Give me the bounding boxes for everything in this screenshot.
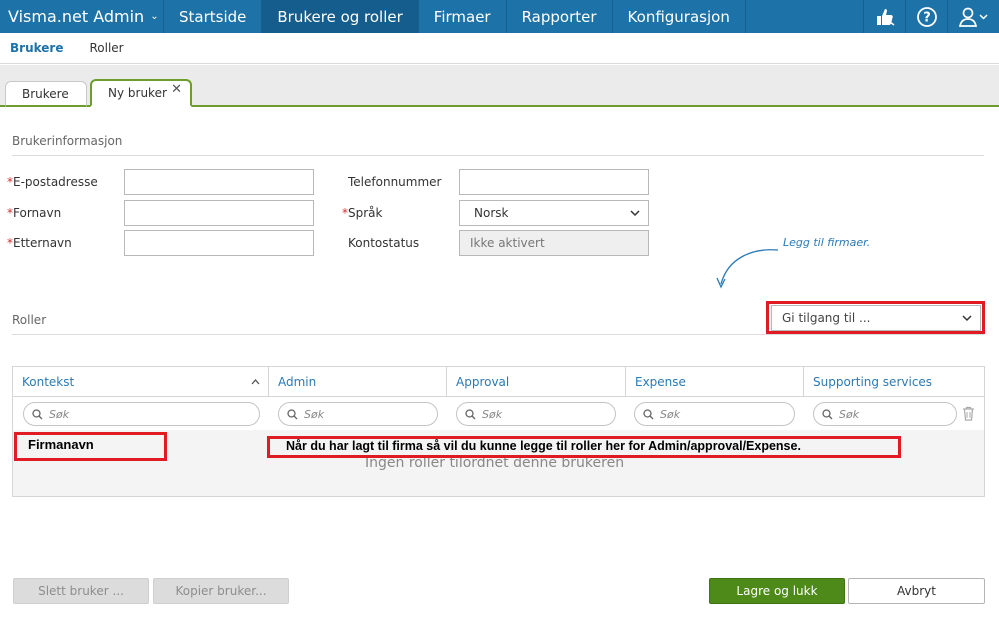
annotation-company-name: Firmanavn — [28, 437, 94, 452]
phone-field[interactable] — [459, 169, 649, 195]
nav-brukere-og-roller[interactable]: Brukere og roller — [262, 0, 419, 33]
search-input[interactable]: Søk — [456, 402, 616, 426]
section-title-brukerinformasjon: Brukerinformasjon — [12, 134, 123, 148]
column-header-admin[interactable]: Admin — [269, 367, 447, 397]
sort-ascending-icon — [251, 379, 260, 385]
close-icon[interactable]: ✕ — [171, 82, 182, 97]
phone-label: Telefonnummer — [348, 175, 442, 189]
copy-user-button[interactable]: Kopier bruker... — [153, 578, 289, 604]
chevron-down-icon — [630, 210, 640, 217]
column-header-expense[interactable]: Expense — [626, 367, 804, 397]
svg-text:?: ? — [923, 10, 931, 25]
search-icon — [465, 408, 476, 419]
search-icon — [643, 408, 654, 419]
email-field[interactable] — [124, 169, 314, 195]
lastname-field[interactable] — [124, 230, 314, 256]
firstname-field[interactable] — [124, 200, 314, 226]
cancel-button[interactable]: Avbryt — [848, 578, 985, 604]
delete-user-button[interactable]: Slett bruker ... — [13, 578, 149, 604]
app-title: Visma.net Admin — [8, 7, 145, 26]
language-value: Norsk — [474, 206, 509, 220]
nav-rapporter[interactable]: Rapporter — [507, 0, 613, 33]
top-navigation: Visma.net Admin ⌄ Startside Brukere og r… — [0, 0, 999, 33]
tab-strip: Brukere Ny bruker ✕ — [0, 65, 999, 107]
status-field: Ikke aktivert — [459, 230, 649, 256]
column-header-approval[interactable]: Approval — [447, 367, 626, 397]
column-header-kontekst[interactable]: Kontekst — [13, 367, 269, 397]
nav-firmaer[interactable]: Firmaer — [419, 0, 507, 33]
divider — [12, 155, 984, 156]
search-icon — [822, 408, 833, 419]
search-input[interactable]: Søk — [634, 402, 795, 426]
annotation-highlight — [766, 301, 985, 334]
search-input[interactable]: Søk — [278, 402, 438, 426]
thumbs-up-icon[interactable] — [863, 0, 905, 33]
status-label: Kontostatus — [348, 236, 420, 250]
search-icon — [287, 408, 298, 419]
column-header-supporting-services[interactable]: Supporting services — [804, 367, 984, 397]
chevron-down-icon: ⌄ — [150, 11, 159, 22]
tab-brukere[interactable]: Brukere — [5, 81, 87, 107]
tab-label: Brukere — [22, 86, 69, 101]
trash-icon[interactable] — [962, 406, 975, 421]
nav-startside[interactable]: Startside — [164, 0, 263, 33]
firstname-label: *Fornavn — [7, 206, 62, 220]
table-header: Kontekst Admin Approval Expense Supporti… — [13, 367, 984, 397]
app-switcher[interactable]: Visma.net Admin ⌄ — [0, 0, 164, 33]
user-icon[interactable] — [947, 0, 999, 33]
sub-navigation: Brukere Roller — [0, 33, 999, 64]
subnav-roller[interactable]: Roller — [89, 41, 123, 55]
email-label: *E-postadresse — [7, 175, 98, 189]
subnav-brukere[interactable]: Brukere — [10, 41, 63, 55]
tab-label: Ny bruker — [108, 86, 167, 100]
annotation-note: Når du har lagt til firma så vil du kunn… — [286, 439, 801, 453]
search-input[interactable]: Søk — [813, 402, 957, 426]
search-icon — [32, 408, 43, 419]
save-and-close-button[interactable]: Lagre og lukk — [709, 578, 845, 604]
tab-ny-bruker[interactable]: Ny bruker ✕ — [90, 79, 192, 107]
language-select[interactable]: Norsk — [459, 200, 649, 226]
section-title-roller: Roller — [12, 313, 47, 327]
table-filter-row: Søk Søk Søk Søk Søk — [13, 397, 984, 430]
add-companies-hint: Legg til firmaer. — [783, 236, 871, 249]
language-label: *Språk — [342, 206, 383, 220]
divider — [12, 334, 984, 335]
search-input[interactable]: Søk — [23, 402, 260, 426]
lastname-label: *Etternavn — [7, 236, 72, 250]
hint-arrow-icon — [716, 249, 779, 289]
help-icon[interactable]: ? — [905, 0, 947, 33]
nav-konfigurasjon[interactable]: Konfigurasjon — [613, 0, 746, 33]
